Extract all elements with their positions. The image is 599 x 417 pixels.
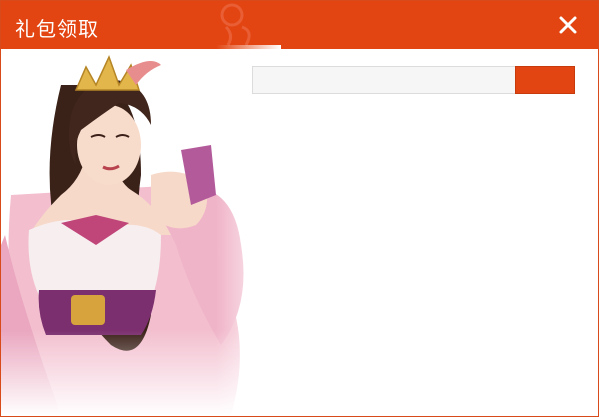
character-portrait <box>1 45 281 416</box>
logo-watermark <box>220 3 251 46</box>
dialog-title: 礼包领取 <box>15 17 99 41</box>
claim-button[interactable] <box>515 66 575 94</box>
close-icon <box>559 16 577 34</box>
gift-code-input[interactable] <box>252 66 522 94</box>
gift-dialog: 礼包领取 <box>0 0 599 417</box>
title-bar: 礼包领取 <box>1 1 598 49</box>
close-button[interactable] <box>556 13 580 37</box>
